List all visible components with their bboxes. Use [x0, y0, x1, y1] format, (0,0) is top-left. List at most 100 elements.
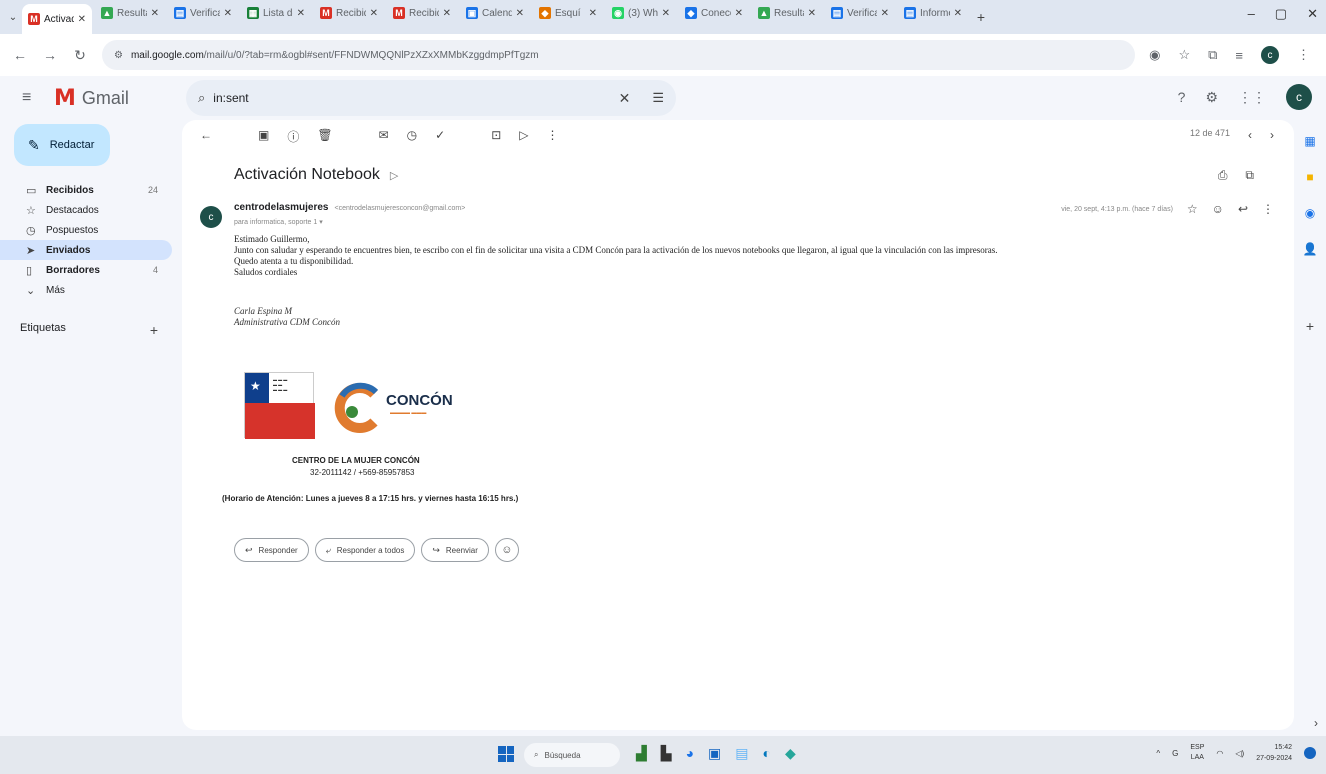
close-tab-icon[interactable]: ✕ — [662, 8, 670, 19]
sidebar-item-send[interactable]: ➤ Enviados — [0, 240, 172, 260]
browser-tab[interactable]: ◆ Conecci ✕ — [679, 0, 749, 26]
label-icon[interactable]: ▷ — [519, 128, 528, 145]
emoji-react-icon[interactable]: ☺ — [1212, 202, 1224, 216]
search-icon[interactable]: ⌕ — [198, 90, 205, 106]
add-label-icon[interactable]: + — [150, 322, 158, 338]
sender-avatar[interactable]: c — [200, 206, 222, 228]
browser-tab[interactable]: ▤ Verificaci ✕ — [168, 0, 238, 26]
hide-side-panel-icon[interactable]: › — [1314, 716, 1318, 730]
browser-tab[interactable]: M Recibidos ✕ — [314, 0, 384, 26]
open-new-window-icon[interactable]: ⧉ — [1245, 168, 1254, 183]
browser-tab[interactable]: ▦ Lista de c ✕ — [241, 0, 311, 26]
close-tab-icon[interactable]: ✕ — [516, 8, 524, 19]
close-tab-icon[interactable]: ✕ — [224, 8, 232, 19]
bookmark-star-icon[interactable]: ☆ — [1178, 47, 1190, 63]
extensions-icon[interactable]: ⧉ — [1208, 47, 1217, 63]
search-options-icon[interactable]: ☰ — [652, 90, 664, 106]
restore-icon[interactable]: ▢ — [1275, 6, 1287, 22]
delete-icon[interactable]: 🗑 — [317, 128, 332, 145]
close-tab-icon[interactable]: ✕ — [735, 8, 743, 19]
more-options-icon[interactable]: ⋮ — [547, 128, 559, 145]
store-icon[interactable]: ◆ — [785, 745, 796, 762]
minimize-icon[interactable]: – — [1248, 6, 1255, 22]
notification-icon[interactable] — [1304, 747, 1316, 759]
file-explorer-icon[interactable]: ▤ — [735, 745, 748, 762]
close-tab-icon[interactable]: ✕ — [589, 8, 597, 19]
tray-overflow-icon[interactable]: ^ — [1156, 749, 1160, 758]
account-avatar[interactable]: c — [1286, 84, 1312, 110]
edge-icon[interactable]: ◐ — [763, 745, 771, 762]
close-tab-icon[interactable]: ✕ — [443, 8, 451, 19]
message-more-icon[interactable]: ⋮ — [1262, 202, 1274, 216]
close-tab-icon[interactable]: ✕ — [954, 8, 962, 19]
print-icon[interactable]: ⎙ — [1218, 168, 1228, 183]
chrome-icon[interactable]: ◕ — [686, 745, 694, 762]
task-view-icon[interactable]: ▙ — [661, 745, 672, 762]
close-window-icon[interactable]: ✕ — [1307, 6, 1318, 22]
language-indicator[interactable]: ESP LAA — [1190, 743, 1204, 763]
sidebar-item-chevron-down[interactable]: ⌄ Más — [0, 280, 172, 300]
new-tab-icon[interactable]: + — [971, 9, 991, 25]
mark-unread-icon[interactable]: ✉ — [379, 128, 389, 145]
compose-button[interactable]: ✎ Redactar — [14, 124, 110, 166]
close-tab-icon[interactable]: ✕ — [808, 8, 816, 19]
widgets-icon[interactable]: ▟ — [636, 745, 647, 762]
media-icon[interactable]: ≡ — [1235, 48, 1243, 63]
forward-button[interactable]: ↪ Reenviar — [421, 538, 489, 562]
eye-icon[interactable]: ◉ — [1149, 47, 1160, 63]
tray-app-icon[interactable]: G — [1172, 749, 1178, 758]
help-icon[interactable]: ? — [1178, 89, 1186, 105]
close-tab-icon[interactable]: ✕ — [78, 14, 86, 25]
browser-tab[interactable]: ▣ Calendar ✕ — [460, 0, 530, 26]
search-input[interactable] — [213, 91, 611, 105]
windows-start-icon[interactable] — [498, 746, 514, 762]
browser-menu-icon[interactable]: ⋮ — [1297, 47, 1310, 63]
reply-all-button[interactable]: ⤶ Responder a todos — [314, 538, 416, 562]
emoji-reaction-button[interactable]: ☺ — [494, 538, 519, 562]
taskbar-search[interactable]: ⌕ Búsqueda — [524, 743, 620, 767]
report-spam-icon[interactable]: ⓘ — [287, 128, 299, 145]
sidebar-item-clock[interactable]: ◷ Pospuestos — [0, 220, 172, 240]
browser-tab[interactable]: ▲ Resultad ✕ — [752, 0, 822, 26]
browser-profile-avatar[interactable]: c — [1261, 46, 1279, 64]
close-tab-icon[interactable]: ✕ — [370, 8, 378, 19]
mail-app-icon[interactable]: ▣ — [708, 745, 721, 762]
wifi-icon[interactable]: ◠ — [1216, 749, 1223, 758]
settings-gear-icon[interactable]: ⚙ — [1205, 89, 1218, 106]
star-message-icon[interactable]: ☆ — [1187, 202, 1198, 216]
recipient-details[interactable]: para informatica, soporte 1 ▾ — [234, 218, 323, 226]
reload-icon[interactable]: ↻ — [72, 47, 88, 64]
sidebar-item-draft[interactable]: ▯ Borradores 4 — [0, 260, 172, 280]
reply-button[interactable]: ↩ Responder — [234, 538, 309, 562]
back-arrow-icon[interactable]: ← — [12, 47, 28, 63]
get-addons-icon[interactable]: + — [1306, 318, 1314, 334]
gmail-logo[interactable]: M Gmail — [54, 86, 129, 111]
contacts-icon[interactable]: 👤 — [1303, 242, 1318, 256]
tab-search-chevron-icon[interactable]: ⌄ — [4, 12, 22, 23]
newer-chevron-icon[interactable]: › — [1270, 128, 1274, 142]
main-menu-icon[interactable]: ≡ — [22, 89, 42, 107]
sidebar-item-inbox[interactable]: ▭ Recibidos 24 — [0, 180, 172, 200]
browser-tab[interactable]: ▤ Verificaci ✕ — [825, 0, 895, 26]
tasks-icon[interactable]: ◉ — [1305, 206, 1315, 220]
move-to-icon[interactable]: ⊡ — [491, 128, 501, 145]
keep-icon[interactable]: ■ — [1306, 170, 1313, 184]
calendar-icon[interactable]: ▦ — [1304, 134, 1315, 148]
older-chevron-icon[interactable]: ‹ — [1248, 128, 1252, 142]
important-label-icon[interactable]: ▷ — [390, 169, 398, 182]
browser-tab[interactable]: M Recibidos ✕ — [387, 0, 457, 26]
forward-arrow-icon[interactable]: → — [42, 47, 58, 63]
close-tab-icon[interactable]: ✕ — [151, 8, 159, 19]
add-task-icon[interactable]: ✓ — [435, 128, 445, 145]
snooze-icon[interactable]: ◷ — [407, 128, 417, 145]
archive-icon[interactable]: ▣ — [258, 128, 269, 145]
sidebar-item-star[interactable]: ☆ Destacados — [0, 200, 172, 220]
volume-icon[interactable]: ◁) — [1235, 749, 1244, 758]
close-tab-icon[interactable]: ✕ — [297, 8, 305, 19]
clear-search-icon[interactable]: ✕ — [619, 90, 631, 107]
browser-tab[interactable]: ◆ Esquí ✕ — [533, 0, 603, 26]
address-bar[interactable]: ⚙ mail.google.com/mail/u/0/?tab=rm&ogbl#… — [102, 40, 1136, 70]
browser-tab[interactable]: M Activado ✕ — [22, 4, 92, 34]
browser-tab[interactable]: ▲ Resultado ✕ — [95, 0, 165, 26]
clock[interactable]: 15:42 27-09-2024 — [1256, 742, 1292, 764]
